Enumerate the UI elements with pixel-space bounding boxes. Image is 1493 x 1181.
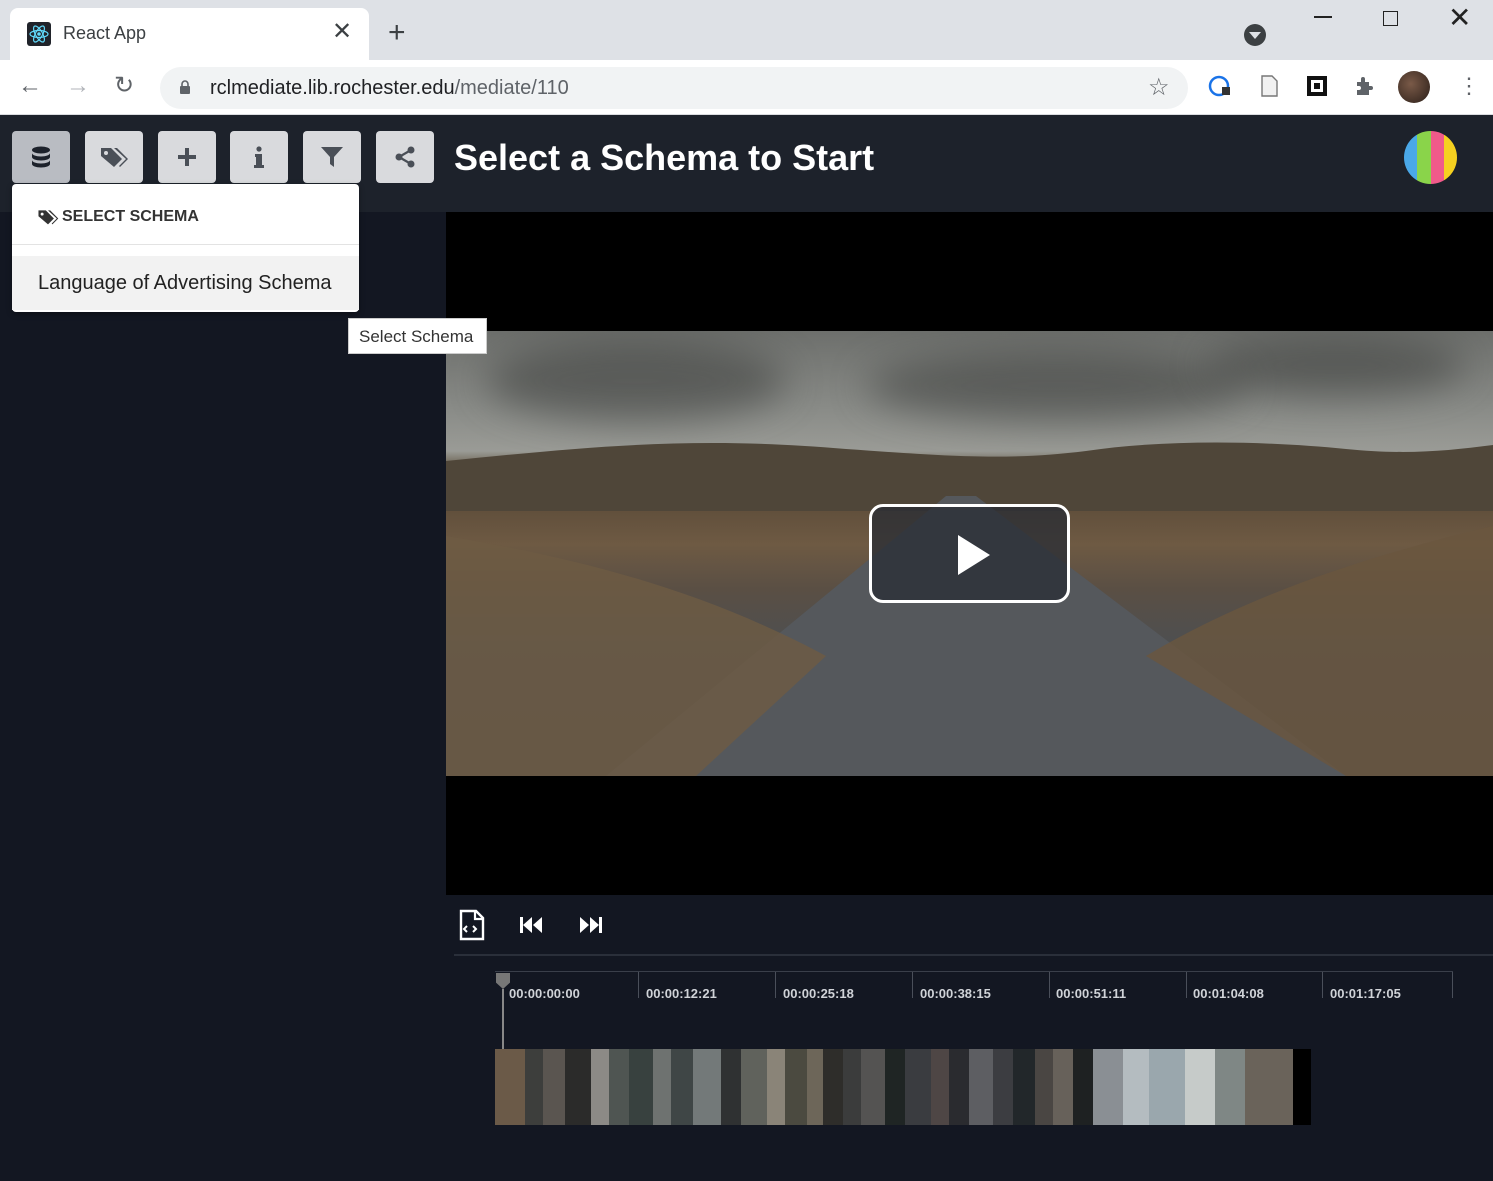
minimize-button[interactable] (1314, 16, 1332, 18)
select-schema-tooltip: Select Schema (348, 318, 487, 354)
tick-label: 00:01:17:05 (1330, 986, 1401, 1001)
share-icon (395, 146, 415, 168)
reload-icon[interactable]: ↻ (114, 73, 134, 99)
tags-button[interactable] (85, 131, 143, 183)
timeline-ruler[interactable]: 00:00:00:00 00:00:12:21 00:00:25:18 00:0… (495, 971, 1453, 1001)
extensions-puzzle-icon[interactable] (1353, 74, 1377, 98)
lock-icon (180, 80, 190, 94)
share-button[interactable] (376, 131, 434, 183)
tick-mark (638, 972, 639, 998)
video-filmstrip[interactable] (495, 1049, 1453, 1125)
play-button[interactable] (869, 504, 1070, 603)
page-title: Select a Schema to Start (454, 137, 875, 178)
tab-close-icon[interactable]: ✕ (332, 20, 352, 44)
timeline-panel: 00:00:00:00 00:00:12:21 00:00:25:18 00:0… (446, 895, 1493, 1181)
password-manager-icon[interactable] (1208, 74, 1232, 98)
skip-back-icon[interactable] (519, 915, 543, 935)
sidebar-panel (0, 212, 446, 1181)
tick-mark (775, 972, 776, 998)
tags-icon (101, 148, 128, 167)
filter-button[interactable] (303, 131, 361, 183)
tick-label: 00:00:00:00 (509, 986, 580, 1001)
bookmark-star-icon[interactable]: ☆ (1148, 73, 1170, 102)
browser-tab-bar: React App ✕ + ✕ (0, 0, 1493, 60)
skip-forward-icon[interactable] (579, 915, 603, 935)
back-arrow-icon[interactable]: ← (18, 73, 42, 99)
tooltip-text: Select Schema (359, 327, 474, 346)
select-schema-button[interactable] (12, 131, 70, 183)
add-button[interactable] (158, 131, 216, 183)
new-tab-button[interactable]: + (388, 18, 406, 48)
tick-mark (1322, 972, 1323, 998)
tab-title: React App (63, 23, 147, 43)
browser-tab[interactable]: React App ✕ (10, 8, 369, 60)
info-icon (254, 146, 264, 168)
reader-mode-icon[interactable] (1257, 74, 1281, 98)
tick-mark (1186, 972, 1187, 998)
tick-mark (912, 972, 913, 998)
export-file-icon[interactable] (459, 909, 485, 941)
select-schema-dropdown: SELECT SCHEMA Language of Advertising Sc… (12, 184, 359, 312)
qr-extension-icon[interactable] (1305, 74, 1329, 98)
timeline-divider (454, 954, 1493, 956)
tick-label: 00:00:12:21 (646, 986, 717, 1001)
video-frame (446, 331, 1493, 776)
forward-arrow-icon[interactable]: → (66, 73, 90, 99)
database-icon (32, 146, 50, 168)
info-button[interactable] (230, 131, 288, 183)
tick-label: 00:00:25:18 (783, 986, 854, 1001)
video-player[interactable] (446, 212, 1493, 895)
dropdown-header: SELECT SCHEMA (12, 184, 359, 245)
browser-toolbar: ← → ↻ rclmediate.lib.rochester.edu/media… (0, 60, 1493, 115)
filter-icon (321, 147, 343, 167)
schema-option-language-of-advertising[interactable]: Language of Advertising Schema (12, 256, 359, 310)
tick-mark (1049, 972, 1050, 998)
profile-avatar[interactable] (1398, 71, 1430, 103)
tab-search-icon[interactable] (1244, 24, 1266, 46)
url-host: rclmediate.lib.rochester.edu (210, 77, 455, 99)
schema-option-label: Language of Advertising Schema (38, 272, 332, 294)
address-bar[interactable]: rclmediate.lib.rochester.edu/mediate/110… (160, 67, 1188, 109)
dropdown-header-label: SELECT SCHEMA (62, 208, 199, 225)
tick-label: 00:01:04:08 (1193, 986, 1264, 1001)
maximize-button[interactable] (1383, 11, 1398, 26)
plus-icon (178, 148, 196, 166)
tags-icon (38, 210, 59, 225)
playhead-line (502, 989, 504, 1049)
window-close-button[interactable]: ✕ (1448, 3, 1471, 33)
tick-mark (1452, 972, 1453, 998)
tick-label: 00:00:51:11 (1056, 986, 1127, 1001)
tick-label: 00:00:38:15 (920, 986, 991, 1001)
browser-menu-icon[interactable]: ⋮ (1458, 75, 1480, 97)
app-logo (1404, 131, 1457, 184)
react-logo-icon (27, 22, 51, 46)
url-path: /mediate/110 (454, 77, 569, 99)
url-text: rclmediate.lib.rochester.edu/mediate/110 (210, 77, 569, 100)
